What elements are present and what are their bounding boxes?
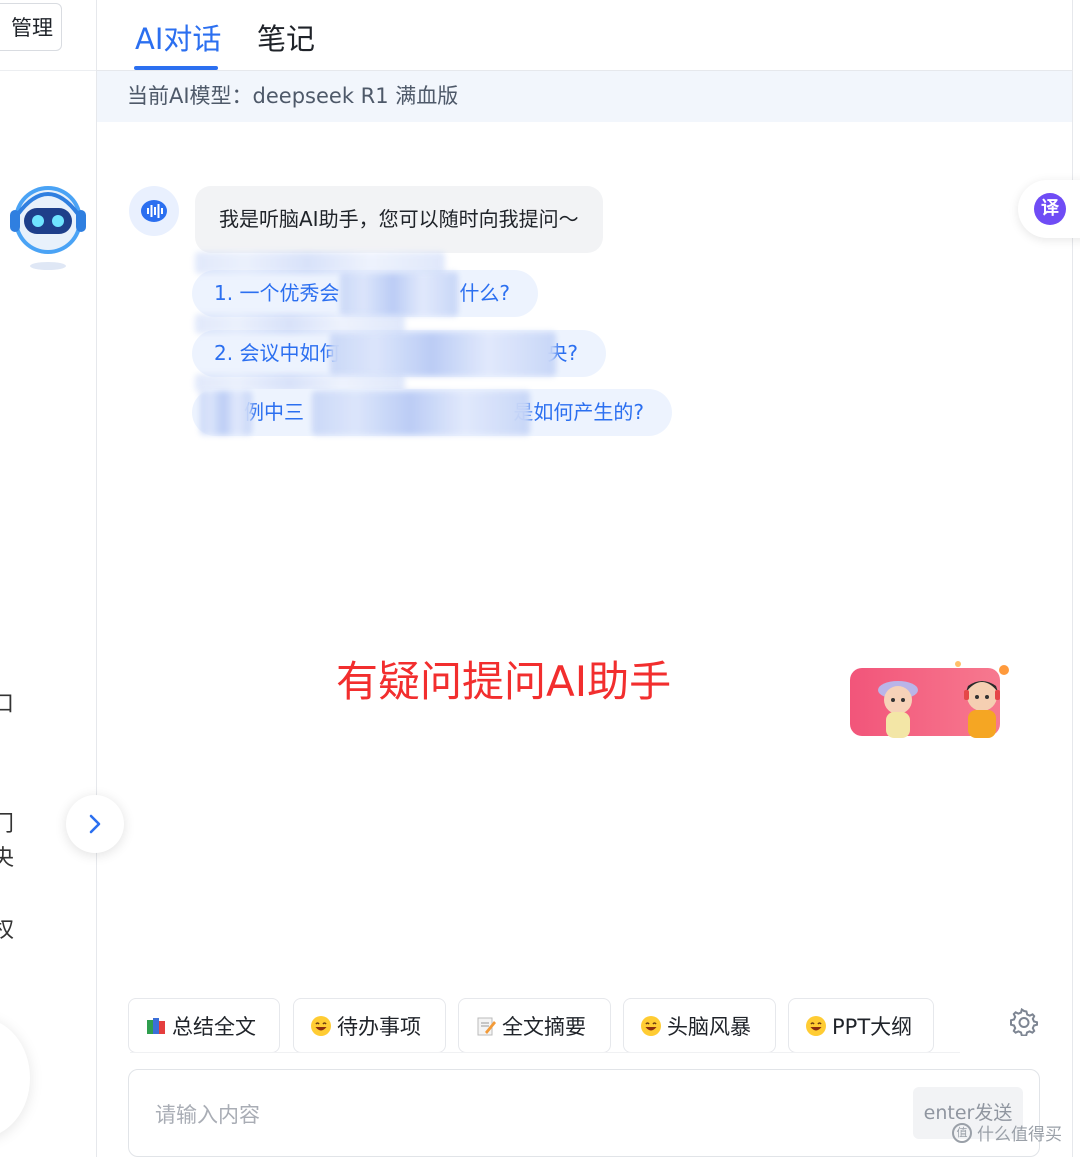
- redaction-blur: [340, 272, 458, 316]
- quick-action-label: 全文摘要: [502, 1014, 586, 1039]
- tab-bar: AI对话 笔记: [97, 0, 1072, 71]
- ai-greeting-message: 我是听脑AI助手，您可以随时向我提问～: [195, 186, 603, 253]
- manage-button[interactable]: 管理: [0, 3, 62, 51]
- sidebar-floating-circle[interactable]: [0, 1018, 30, 1138]
- sidebar-clipped-text: 权: [0, 912, 14, 944]
- quick-action-abstract[interactable]: 全文摘要: [458, 998, 611, 1053]
- active-tab-indicator: [134, 66, 218, 70]
- redaction-blur: [312, 391, 530, 435]
- quick-action-label: PPT大纲: [832, 1014, 913, 1039]
- watermark: 值 什么值得买: [952, 1120, 1062, 1145]
- suggestion-text-start: 1. 一个优秀会: [214, 281, 340, 305]
- memo-icon: [477, 1017, 496, 1035]
- sidebar: 管理 口 门 央 权: [0, 0, 97, 1157]
- sidebar-clipped-text: 央: [0, 840, 14, 872]
- red-annotation-text: 有疑问提问AI助手: [336, 657, 672, 706]
- soundwave-brain-icon: [141, 200, 167, 222]
- quick-action-label: 头脑风暴: [667, 1014, 751, 1039]
- promo-banner-image[interactable]: [850, 660, 1010, 738]
- suggestion-text-end: 是如何产生的?: [513, 400, 644, 424]
- right-divider: [1072, 0, 1073, 1157]
- translate-button[interactable]: 译: [1018, 180, 1080, 238]
- redaction-blur: [330, 332, 556, 376]
- smile-emoji-icon: [806, 1015, 826, 1036]
- sidebar-divider: [0, 70, 96, 71]
- redaction-blur: [195, 252, 445, 274]
- redaction-blur: [195, 314, 405, 334]
- translate-icon: 译: [1034, 193, 1066, 225]
- quick-action-todo[interactable]: 待办事项: [293, 998, 446, 1053]
- watermark-text: 什么值得买: [977, 1125, 1062, 1145]
- chat-input-box: enter发送: [128, 1069, 1040, 1157]
- quick-action-label: 总结全文: [172, 1014, 256, 1039]
- chevron-right-icon: [89, 814, 101, 834]
- quick-action-ppt-outline[interactable]: PPT大纲: [788, 998, 934, 1053]
- redaction-blur: [200, 391, 252, 435]
- quick-action-label: 待办事项: [337, 1014, 421, 1039]
- sidebar-clipped-text: 门: [0, 806, 14, 838]
- model-info-bar: 当前AI模型：deepseek R1 满血版: [97, 71, 1072, 122]
- suggestion-text-start: 2. 会议中如何: [214, 341, 340, 365]
- smile-emoji-icon: [311, 1015, 331, 1036]
- watermark-logo-icon: 值: [952, 1122, 972, 1143]
- suggestion-text-start: 例中三: [244, 400, 304, 424]
- ai-avatar: [129, 186, 179, 236]
- gear-icon[interactable]: [1010, 1008, 1038, 1036]
- smile-emoji-icon: [641, 1015, 661, 1036]
- robot-mascot-icon: [10, 186, 86, 270]
- quick-action-brainstorm[interactable]: 头脑风暴: [623, 998, 776, 1053]
- quick-action-summary[interactable]: 总结全文: [128, 998, 280, 1053]
- quick-actions-divider: [130, 1052, 960, 1059]
- tab-notes[interactable]: 笔记: [257, 16, 315, 58]
- tab-ai-chat[interactable]: AI对话: [135, 16, 221, 58]
- expand-sidebar-button[interactable]: [66, 795, 124, 853]
- sidebar-clipped-text: 口: [0, 686, 14, 718]
- suggestion-text-end: 什么?: [459, 281, 510, 305]
- chat-input[interactable]: [153, 1096, 857, 1134]
- books-icon: [147, 1017, 165, 1034]
